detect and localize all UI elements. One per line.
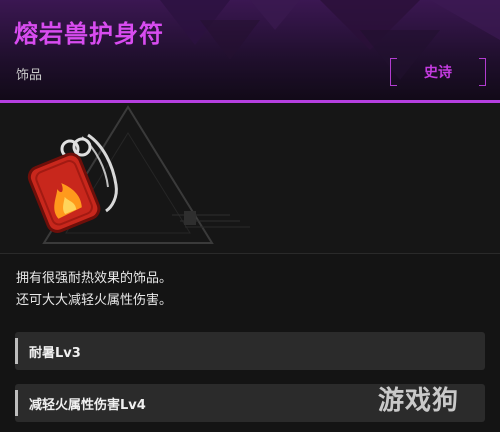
item-header: 熔岩兽护身符 饰品 史诗 bbox=[0, 0, 500, 100]
attribute-label: 减轻火属性伤害Lv4 bbox=[29, 397, 146, 413]
watermark-logo: 游戏狗 bbox=[378, 386, 460, 416]
fire-charm-icon bbox=[27, 133, 118, 233]
attribute-label: 耐暑Lv3 bbox=[29, 345, 81, 361]
attribute-marker bbox=[15, 338, 18, 364]
item-description: 拥有很强耐热效果的饰品。 还可大大减轻火属性伤害。 bbox=[16, 268, 486, 312]
item-art-area bbox=[0, 103, 500, 253]
item-title: 熔岩兽护身符 bbox=[14, 20, 164, 48]
description-line-1: 拥有很强耐热效果的饰品。 bbox=[16, 271, 173, 286]
section-divider bbox=[0, 253, 500, 254]
item-category: 饰品 bbox=[16, 68, 43, 83]
attribute-row: 耐暑Lv3 bbox=[15, 332, 485, 370]
attribute-marker bbox=[15, 390, 18, 416]
description-line-2: 还可大大减轻火属性伤害。 bbox=[16, 293, 173, 308]
rarity-badge: 史诗 bbox=[390, 58, 486, 86]
